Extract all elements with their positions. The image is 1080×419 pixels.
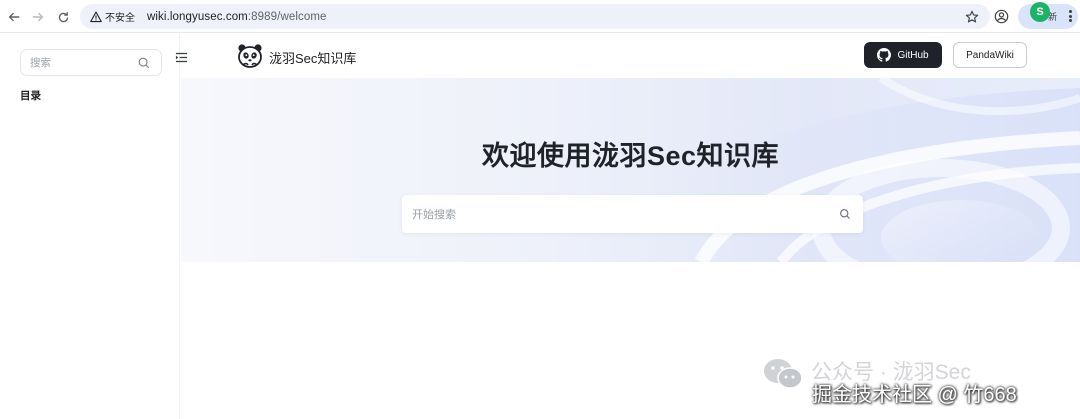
arrow-left-icon <box>8 12 20 22</box>
url-host: wiki.longyusec.com <box>147 10 248 23</box>
github-icon <box>877 48 892 62</box>
site-name[interactable]: 泷羽Sec知识库 <box>269 48 356 67</box>
warning-icon <box>90 11 102 22</box>
extension-badge-icon[interactable]: S <box>1030 2 1050 22</box>
address-bar[interactable]: 不安全 wiki.longyusec.com:8989/welcome <box>80 4 990 29</box>
browser-menu-icon[interactable] <box>1066 7 1074 25</box>
panda-logo-icon[interactable] <box>237 43 263 69</box>
profile-button[interactable] <box>991 6 1011 26</box>
url-text[interactable]: wiki.longyusec.com:8989/welcome <box>147 11 327 23</box>
site-header: 泷羽Sec知识库 GitHub PandaWiki <box>181 34 1080 78</box>
sidebar-search-input[interactable]: 搜索 <box>20 49 162 76</box>
account-circle-icon <box>994 9 1008 23</box>
watermark-credit: 掘金技术社区 @ 竹668 <box>812 384 1017 406</box>
back-button[interactable] <box>3 6 25 28</box>
reload-button[interactable] <box>52 6 74 28</box>
github-button[interactable]: GitHub <box>864 42 942 68</box>
reload-icon <box>58 11 68 22</box>
url-path: :8989/welcome <box>247 10 327 23</box>
hero-banner: 欢迎使用泷羽Sec知识库 开始搜索 <box>181 78 1080 262</box>
forward-button[interactable] <box>27 6 49 28</box>
toc-title: 目录 <box>20 90 41 102</box>
star-icon <box>965 10 978 22</box>
site-info-chip[interactable]: 不安全 <box>88 7 139 26</box>
github-label: GitHub <box>897 49 929 61</box>
search-icon[interactable] <box>839 208 851 220</box>
sidebar-search-placeholder: 搜索 <box>30 57 51 69</box>
browser-toolbar: 不安全 wiki.longyusec.com:8989/welcome 新 S <box>0 0 1080 33</box>
hero-search-input[interactable]: 开始搜索 <box>402 195 863 233</box>
search-icon[interactable] <box>137 56 151 70</box>
bookmark-button[interactable] <box>963 8 980 25</box>
sidebar: 搜索 目录 <box>0 34 180 419</box>
wechat-icon <box>764 359 803 389</box>
hero-title: 欢迎使用泷羽Sec知识库 <box>481 141 780 171</box>
insecure-label: 不安全 <box>105 13 135 24</box>
pandawiki-label: PandaWiki <box>966 49 1014 61</box>
sidebar-collapse-icon[interactable] <box>175 51 188 64</box>
pandawiki-button[interactable]: PandaWiki <box>953 42 1027 68</box>
arrow-right-icon <box>32 12 44 22</box>
hero-search-placeholder: 开始搜索 <box>412 209 456 221</box>
